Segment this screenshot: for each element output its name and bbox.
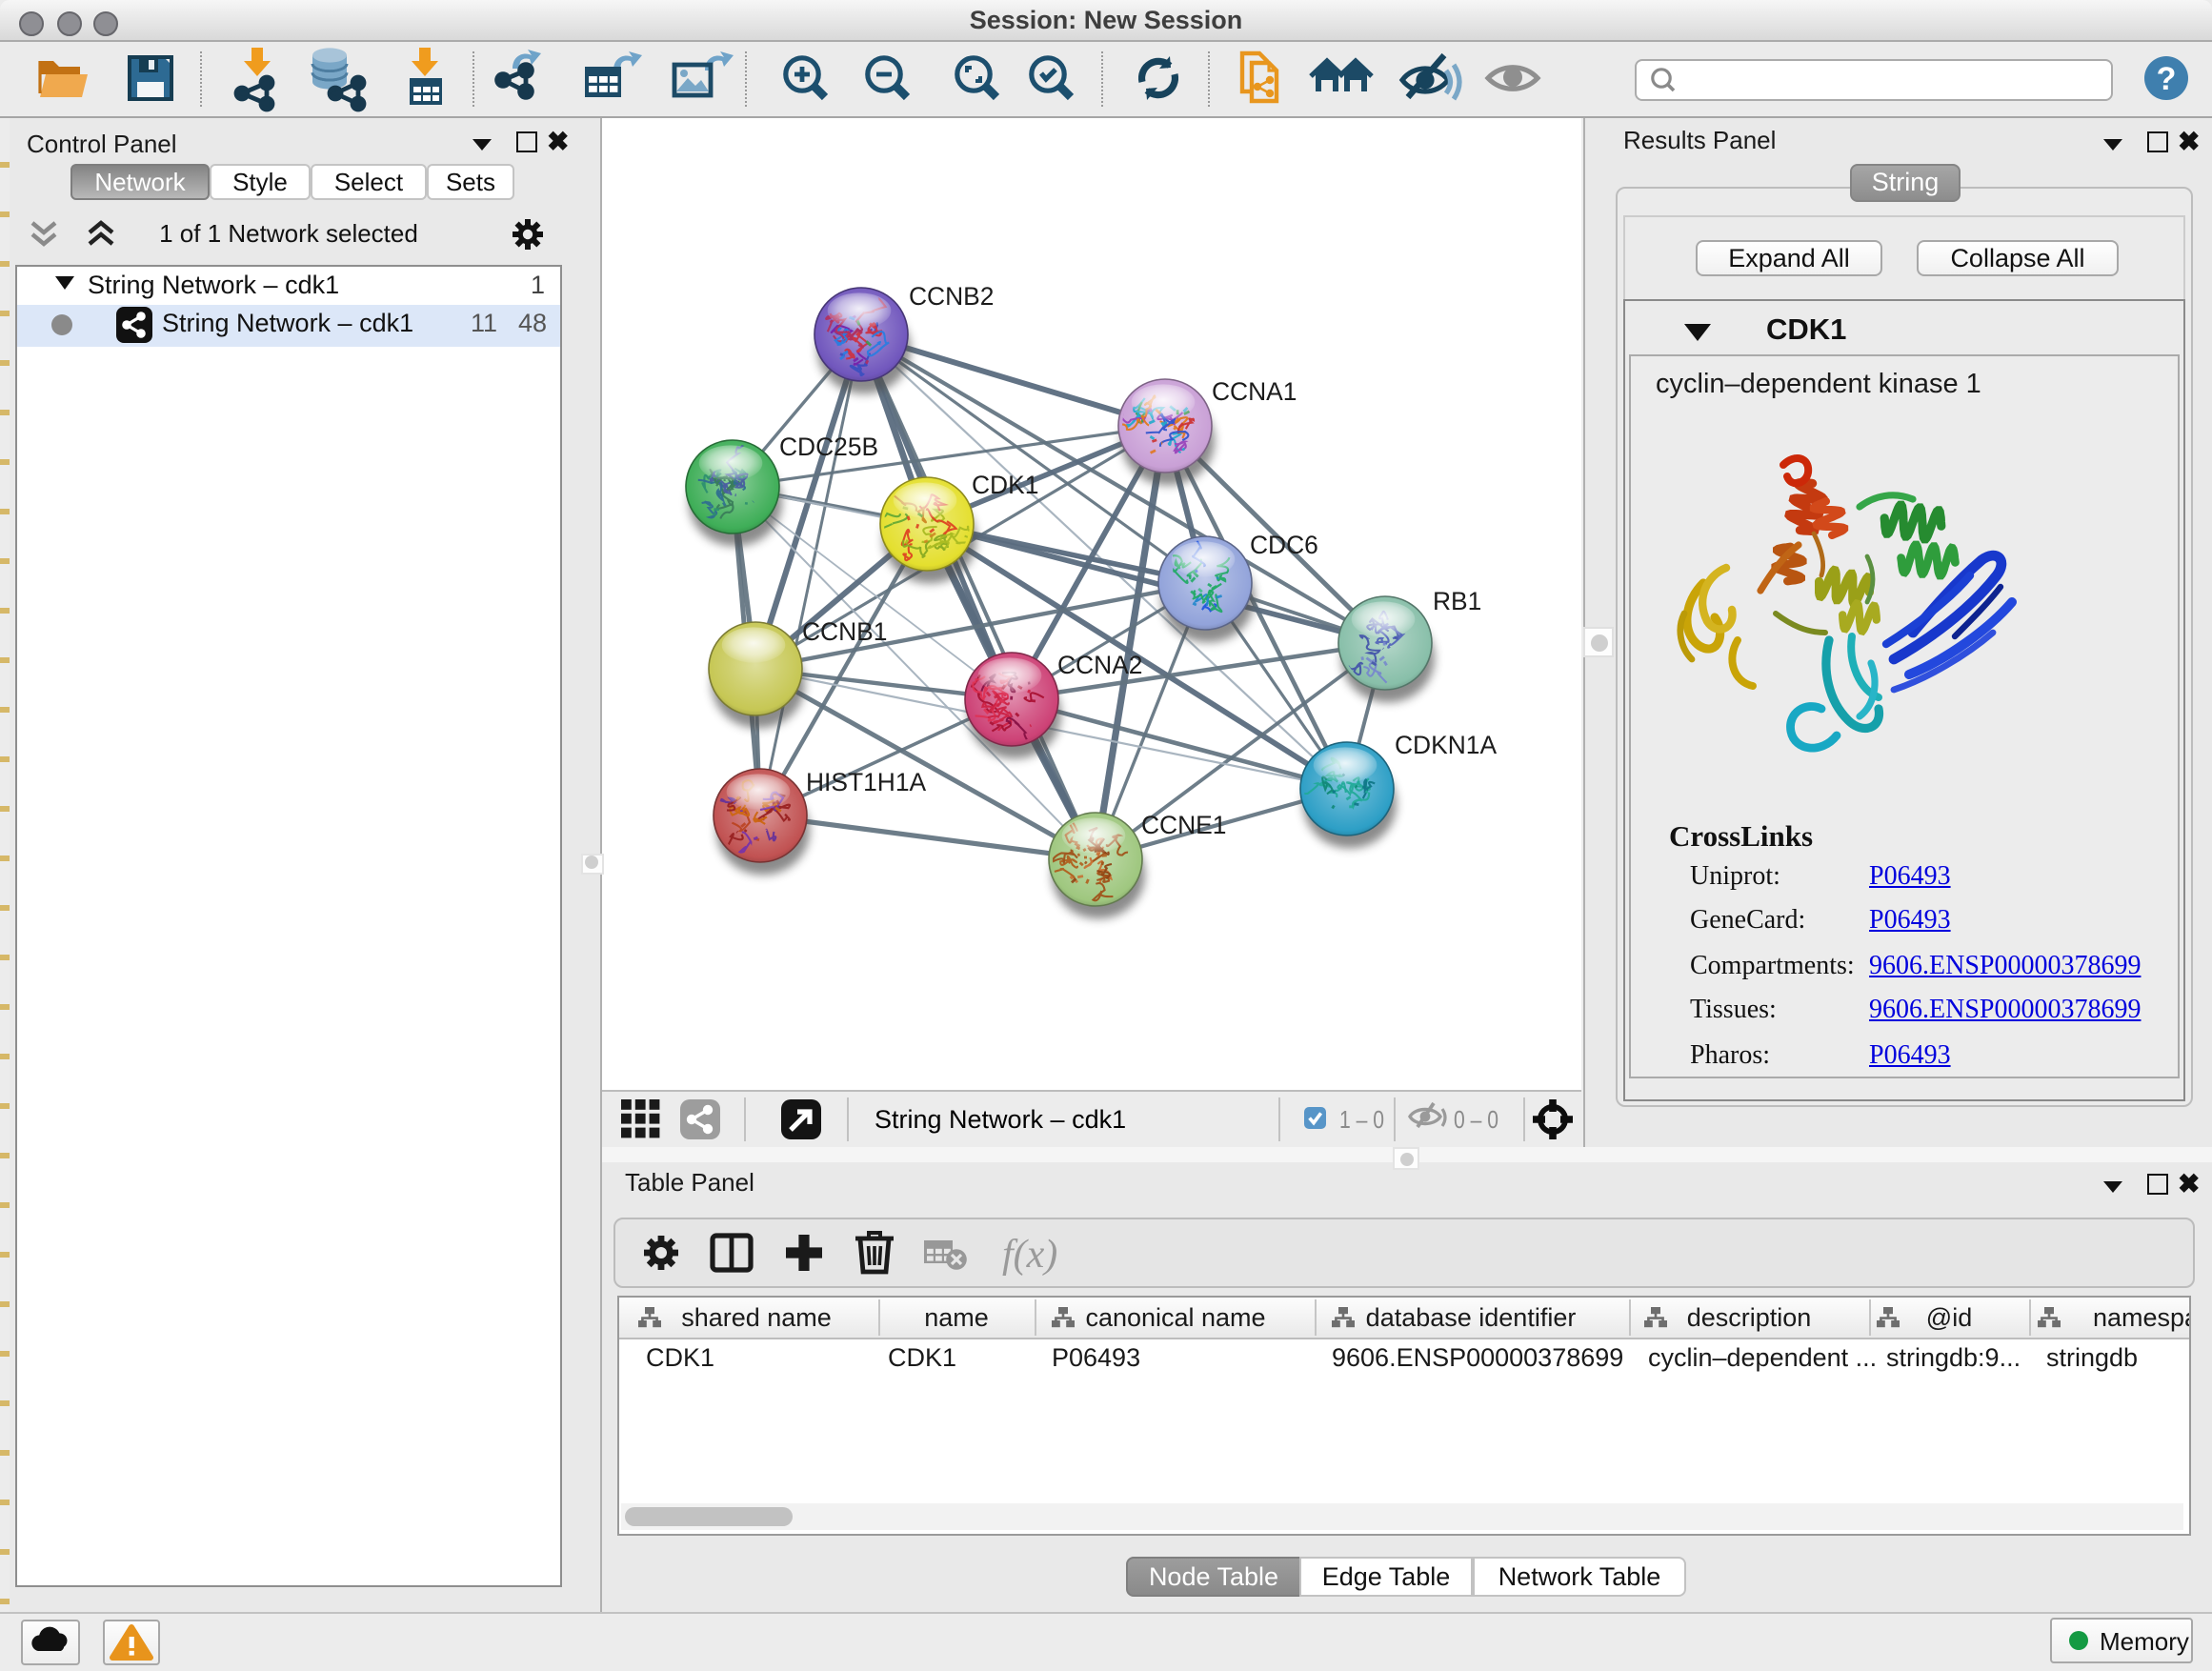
svg-text:CCNA1: CCNA1 — [1212, 377, 1297, 406]
svg-text:RB1: RB1 — [1433, 587, 1481, 615]
svg-text:CCNA2: CCNA2 — [1057, 651, 1142, 679]
svg-text:database identifier: database identifier — [1366, 1303, 1577, 1332]
svg-text:namespace: namespace — [2093, 1303, 2189, 1332]
svg-text:@id: @id — [1926, 1303, 1972, 1332]
svg-text:f(x): f(x) — [1002, 1233, 1057, 1277]
svg-text:CDC6: CDC6 — [1250, 531, 1318, 559]
svg-text:CDK1: CDK1 — [972, 471, 1038, 499]
svg-text:CDC25B: CDC25B — [779, 433, 878, 461]
svg-text:1 – 0: 1 – 0 — [1339, 1105, 1384, 1134]
svg-text:0 – 0: 0 – 0 — [1454, 1105, 1498, 1134]
svg-text:shared name: shared name — [681, 1303, 832, 1332]
svg-text:?: ? — [2157, 61, 2177, 97]
svg-text:name: name — [924, 1303, 989, 1332]
svg-text:CCNB2: CCNB2 — [909, 282, 994, 311]
svg-text:String Network – cdk1: String Network – cdk1 — [875, 1105, 1126, 1134]
svg-text:CDKN1A: CDKN1A — [1395, 731, 1497, 759]
svg-text:canonical name: canonical name — [1085, 1303, 1265, 1332]
svg-text:HIST1H1A: HIST1H1A — [806, 768, 927, 796]
svg-text:CCNE1: CCNE1 — [1141, 811, 1226, 839]
svg-text:description: description — [1687, 1303, 1812, 1332]
svg-text:CCNB1: CCNB1 — [802, 617, 887, 646]
